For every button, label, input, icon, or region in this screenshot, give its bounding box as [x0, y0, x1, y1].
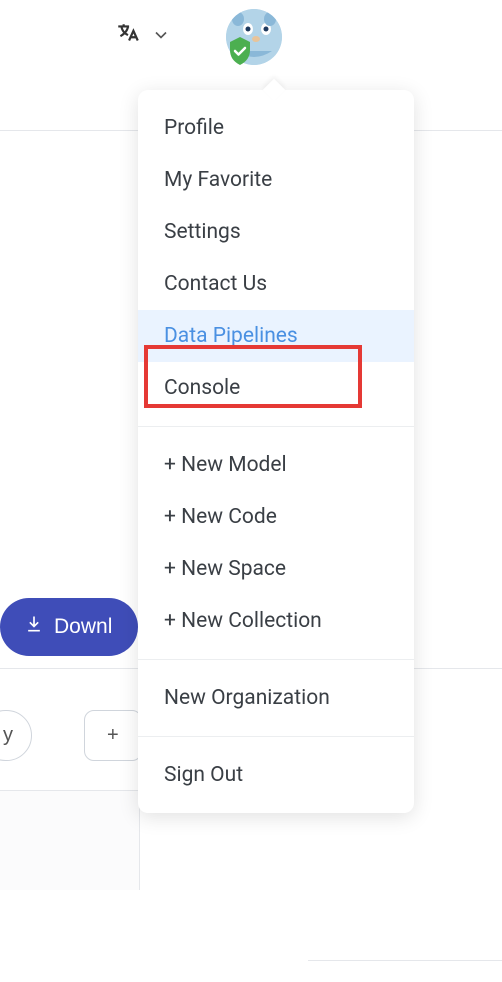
menu-item-console[interactable]: Console [138, 362, 414, 414]
filter-pill-partial[interactable]: y [0, 710, 32, 761]
menu-item-profile[interactable]: Profile [138, 102, 414, 154]
menu-item-data-pipelines[interactable]: Data Pipelines [138, 310, 414, 362]
user-avatar[interactable] [226, 9, 282, 65]
download-icon [24, 614, 44, 640]
menu-item-new-code[interactable]: + New Code [138, 491, 414, 543]
menu-item-contact[interactable]: Contact Us [138, 258, 414, 310]
background-panel [0, 790, 140, 890]
menu-section-create: + New Model + New Code + New Space + New… [138, 426, 414, 659]
translate-icon [115, 21, 141, 53]
menu-section-account: Profile My Favorite Settings Contact Us … [138, 90, 414, 426]
menu-item-new-organization[interactable]: New Organization [138, 672, 414, 724]
bottom-divider [308, 960, 502, 961]
download-button[interactable]: Downl [0, 598, 138, 656]
verified-badge-icon [224, 35, 256, 67]
chevron-down-icon [151, 25, 171, 49]
menu-section-signout: Sign Out [138, 736, 414, 813]
menu-section-org: New Organization [138, 659, 414, 736]
add-button[interactable]: + [84, 710, 142, 761]
menu-item-settings[interactable]: Settings [138, 206, 414, 258]
menu-item-new-space[interactable]: + New Space [138, 543, 414, 595]
menu-item-sign-out[interactable]: Sign Out [138, 749, 414, 801]
menu-item-favorite[interactable]: My Favorite [138, 154, 414, 206]
menu-item-new-model[interactable]: + New Model [138, 439, 414, 491]
language-switcher[interactable] [115, 21, 171, 53]
user-dropdown-menu: Profile My Favorite Settings Contact Us … [138, 90, 414, 813]
menu-item-new-collection[interactable]: + New Collection [138, 595, 414, 647]
download-label: Downl [54, 615, 112, 639]
